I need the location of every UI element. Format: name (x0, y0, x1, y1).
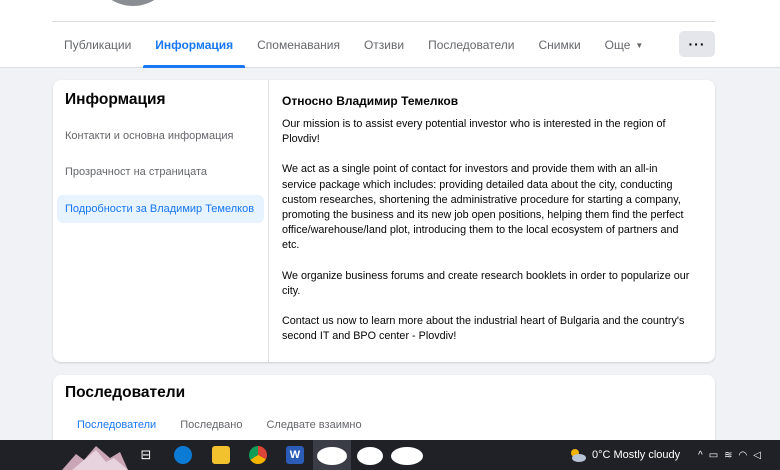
info-nav-label: Подробности за Владимир Темелков (65, 203, 255, 215)
followers-title: Последователи (65, 384, 186, 401)
app-blob-icon[interactable] (317, 447, 347, 465)
info-sidebar: Информация Контакти и основна информация… (53, 80, 269, 362)
word-icon[interactable]: W (286, 446, 304, 464)
battery-icon[interactable]: ▭ (709, 450, 718, 461)
tab-label: Отзиви (363, 38, 405, 52)
tab-label: Информация (155, 38, 234, 52)
profile-tabs: Публикации Информация Споменавания Отзив… (52, 22, 655, 68)
wallpaper-thumbnail (62, 446, 128, 470)
tab-label: Публикации (64, 38, 132, 52)
tab-about[interactable]: Информация (143, 22, 246, 68)
sub-tab-label: Последвано (180, 419, 243, 431)
more-options-button[interactable]: ··· (679, 31, 715, 57)
app-blob-icon[interactable] (391, 447, 423, 465)
system-tray: ^ ▭ ≋ ◠ ◁ (698, 440, 761, 470)
tab-label: Споменавания (257, 38, 340, 52)
tab-following[interactable]: Последвано (168, 417, 254, 439)
task-view-icon[interactable]: ⊟ (137, 446, 155, 464)
tab-label: Последователи (428, 38, 515, 52)
tab-followers-list[interactable]: Последователи (65, 417, 168, 439)
about-paragraph: Our mission is to assist every potential… (282, 118, 666, 146)
profile-avatar[interactable] (92, 0, 174, 6)
about-paragraph: We organize business forums and create r… (282, 269, 690, 297)
tab-reviews[interactable]: Отзиви (352, 22, 416, 68)
wifi-icon[interactable]: ◠ (739, 450, 748, 461)
tab-followers[interactable]: Последователи (416, 22, 526, 68)
info-nav-label: Контакти и основна информация (65, 130, 234, 142)
weather-widget[interactable]: 0°C Mostly cloudy (568, 440, 680, 470)
sub-tab-label: Последователи (77, 419, 157, 431)
tab-label: Още (604, 38, 631, 52)
tab-label: Снимки (538, 38, 581, 52)
edge-icon[interactable] (174, 446, 192, 464)
chevron-up-icon[interactable]: ^ (698, 450, 703, 461)
about-paragraph: We act as a single point of contact for … (282, 163, 684, 252)
tab-photos[interactable]: Снимки (526, 22, 592, 68)
profile-header: Публикации Информация Споменавания Отзив… (0, 0, 780, 68)
info-nav-contacts[interactable]: Контакти и основна информация (57, 123, 264, 149)
info-nav-transparency[interactable]: Прозрачност на страницата (57, 159, 264, 185)
about-section: Относно Владимир Темелков Our mission is… (282, 94, 692, 359)
about-title: Относно Владимир Темелков (282, 94, 459, 108)
volume-icon[interactable]: ◁ (753, 450, 761, 461)
about-paragraph: Contact us now to learn more about the i… (282, 315, 685, 343)
file-explorer-icon[interactable] (212, 446, 230, 464)
network-icon[interactable]: ≋ (724, 450, 732, 461)
info-nav-details[interactable]: Подробности за Владимир Темелков (57, 195, 264, 223)
sub-tab-label: Следвате взаимно (266, 419, 362, 431)
caret-down-icon: ▼ (635, 40, 644, 50)
cloudy-weather-icon (568, 448, 586, 462)
tab-more[interactable]: Още ▼ (593, 22, 656, 68)
app-blob-icon[interactable] (357, 447, 383, 465)
tab-posts[interactable]: Публикации (52, 22, 143, 68)
followers-tabs: Последователи Последвано Следвате взаимн… (65, 417, 374, 439)
info-nav-label: Прозрачност на страницата (65, 166, 208, 178)
info-card: Информация Контакти и основна информация… (53, 80, 715, 362)
chrome-icon[interactable] (249, 446, 267, 464)
info-title: Информация (65, 91, 166, 108)
weather-text: 0°C Mostly cloudy (592, 449, 681, 461)
tab-mutual[interactable]: Следвате взаимно (254, 417, 373, 439)
tab-mentions[interactable]: Споменавания (245, 22, 352, 68)
